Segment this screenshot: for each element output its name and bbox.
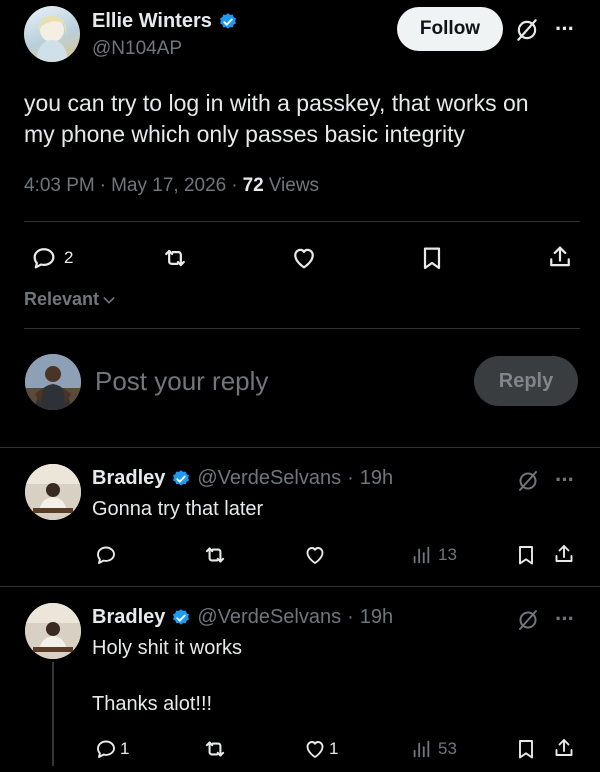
verified-badge-icon (171, 469, 191, 489)
grok-icon[interactable] (514, 17, 540, 43)
share-icon[interactable] (546, 243, 574, 271)
meta-separator: · (99, 175, 107, 196)
reply-count: 2 (64, 248, 74, 267)
views-label: Views (268, 175, 320, 196)
reply-author-name[interactable]: Bradley (92, 467, 165, 490)
views-action[interactable]: 53 (410, 737, 457, 761)
like-action[interactable] (303, 543, 333, 567)
meta-separator: · (347, 606, 354, 628)
views-action[interactable]: 13 (410, 543, 457, 567)
reply-header: Bradley @VerdeSelvans · 19h (92, 606, 393, 629)
bookmark-icon[interactable] (514, 737, 538, 761)
reply-icon (94, 737, 118, 761)
reply-icon (30, 244, 58, 272)
repost-icon[interactable] (160, 244, 190, 272)
reply-text: Gonna try that later (92, 498, 264, 520)
post-meta: 4:03 PM · May 17, 2026 · 72 Views (24, 175, 319, 197)
like-icon[interactable] (290, 244, 318, 272)
current-user-avatar[interactable] (25, 354, 81, 410)
sort-dropdown[interactable]: Relevant (24, 289, 117, 310)
repost-icon[interactable] (202, 736, 228, 762)
reply-avatar[interactable] (25, 464, 81, 520)
post-text-line: my phone which only passes basic integri… (24, 121, 466, 147)
views-count: 13 (438, 545, 457, 564)
reply-count: 1 (120, 739, 130, 758)
reply-author-name[interactable]: Bradley (92, 606, 165, 629)
author-name-row: Ellie Winters (92, 10, 238, 33)
author-avatar[interactable] (24, 6, 80, 62)
bookmark-icon[interactable] (418, 244, 446, 272)
post-text: you can try to log in with a passkey, th… (24, 88, 529, 150)
like-action[interactable]: 1 (303, 737, 338, 761)
more-options-button[interactable]: ··· (555, 606, 575, 632)
more-options-button[interactable]: ··· (555, 467, 575, 493)
like-count: 1 (329, 739, 339, 758)
reply-button[interactable]: Reply (474, 356, 578, 406)
repost-icon[interactable] (202, 542, 228, 568)
reply-header: Bradley @VerdeSelvans · 19h (92, 467, 393, 490)
views-bar-chart-icon (410, 737, 432, 761)
divider (0, 447, 600, 448)
reply-text: Holy shit it works (92, 637, 243, 659)
like-icon (303, 543, 327, 567)
sort-label: Relevant (24, 289, 100, 309)
divider (24, 328, 580, 329)
post-text-line: you can try to log in with a passkey, th… (24, 90, 529, 116)
grok-icon[interactable] (516, 469, 540, 493)
grok-icon[interactable] (516, 608, 540, 632)
reply-time[interactable]: 19h (360, 606, 393, 629)
more-options-button[interactable]: ··· (555, 16, 575, 42)
thread-line (52, 662, 54, 766)
views-count: 72 (242, 175, 264, 196)
reply-action[interactable]: 2 (30, 244, 73, 272)
reply-action[interactable] (94, 543, 124, 567)
reply-author-handle[interactable]: @VerdeSelvans (197, 467, 341, 490)
reply-text: Thanks alot!!! (92, 693, 213, 715)
reply-time[interactable]: 19h (360, 467, 393, 490)
bookmark-icon[interactable] (514, 543, 538, 567)
views-count: 53 (438, 739, 457, 758)
author-name[interactable]: Ellie Winters (92, 10, 212, 33)
meta-separator: · (347, 467, 354, 489)
reply-avatar[interactable] (25, 603, 81, 659)
post-time[interactable]: 4:03 PM (24, 175, 95, 197)
follow-button[interactable]: Follow (397, 7, 503, 51)
divider (24, 221, 580, 222)
like-icon (303, 737, 327, 761)
views-bar-chart-icon (410, 543, 432, 567)
share-icon[interactable] (552, 736, 576, 760)
verified-badge-icon (171, 608, 191, 628)
reply-icon (94, 543, 118, 567)
verified-badge-icon (218, 12, 238, 32)
reply-input[interactable]: Post your reply (95, 366, 455, 397)
divider (0, 586, 600, 587)
share-icon[interactable] (552, 542, 576, 566)
author-handle[interactable]: @N104AP (92, 38, 182, 60)
post-date[interactable]: May 17, 2026 (111, 175, 226, 197)
chevron-down-icon (101, 292, 117, 308)
reply-author-handle[interactable]: @VerdeSelvans (197, 606, 341, 629)
reply-action[interactable]: 1 (94, 737, 129, 761)
meta-separator: · (231, 175, 238, 196)
